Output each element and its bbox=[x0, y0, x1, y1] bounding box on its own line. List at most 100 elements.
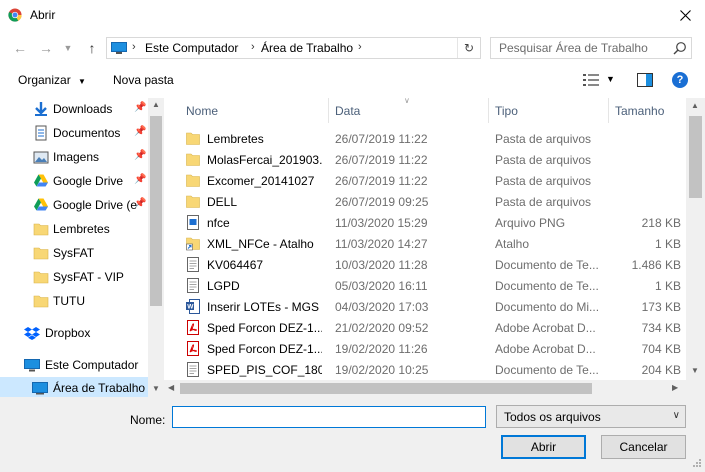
google-drive-icon bbox=[34, 198, 48, 211]
scrollbar-corner bbox=[686, 380, 705, 397]
nav-item-label: Google Drive (e bbox=[53, 198, 138, 212]
list-item[interactable]: Sped Forcon DEZ-1... 21/02/2020 09:52 Ad… bbox=[180, 317, 686, 338]
new-folder-button[interactable]: Nova pasta bbox=[113, 73, 174, 87]
column-header-type[interactable]: Tipo bbox=[489, 98, 609, 123]
download-icon bbox=[35, 102, 47, 116]
up-button[interactable]: ↑ bbox=[82, 38, 102, 58]
search-icon bbox=[673, 42, 686, 55]
file-list-vertical-scrollbar[interactable]: ▲ ▼ bbox=[686, 98, 705, 380]
nav-item-sysfat-vip[interactable]: SysFAT - VIP bbox=[0, 266, 148, 288]
google-drive-icon bbox=[34, 174, 48, 187]
scroll-down-icon[interactable]: ▼ bbox=[152, 384, 160, 393]
back-button[interactable]: ← bbox=[10, 38, 30, 58]
folder-icon bbox=[33, 295, 49, 308]
nav-item-sysfat[interactable]: SysFAT bbox=[0, 242, 148, 264]
window-title: Abrir bbox=[30, 8, 56, 22]
list-item[interactable]: W Inserir LOTEs - MGS 04/03/2020 17:03 D… bbox=[180, 296, 686, 317]
svg-text:W: W bbox=[187, 304, 194, 311]
file-name-input[interactable] bbox=[172, 406, 486, 428]
nav-item-label: TUTU bbox=[53, 294, 85, 308]
png-icon bbox=[187, 215, 199, 230]
nav-item-label: SysFAT bbox=[53, 246, 95, 260]
list-item[interactable]: Lembretes 26/07/2019 11:22 Pasta de arqu… bbox=[180, 128, 686, 149]
refresh-icon: ↻ bbox=[463, 41, 475, 55]
file-list-horizontal-scrollbar[interactable]: ◀ ▶ bbox=[164, 380, 686, 397]
cancel-button[interactable]: Cancelar bbox=[601, 435, 686, 459]
file-type-select[interactable]: Todos os arquivos ∨ bbox=[496, 405, 686, 428]
nav-item-google-drive[interactable]: Google Drive 📌 bbox=[0, 170, 148, 192]
recent-locations-button[interactable]: ▼ bbox=[58, 38, 78, 58]
view-dropdown-icon[interactable]: ▼ bbox=[606, 74, 615, 84]
nav-item-lembretes[interactable]: Lembretes bbox=[0, 218, 148, 240]
computer-icon bbox=[111, 42, 127, 54]
file-list: Lembretes 26/07/2019 11:22 Pasta de arqu… bbox=[164, 128, 686, 380]
nav-scrollbar[interactable]: ▲ ▼ bbox=[148, 98, 164, 397]
scrollbar-thumb[interactable] bbox=[689, 116, 702, 198]
address-bar[interactable]: › Este Computador › Área de Trabalho › ↻ bbox=[106, 37, 481, 59]
title-bar: Abrir bbox=[0, 0, 705, 31]
scroll-up-icon[interactable]: ▲ bbox=[691, 101, 699, 110]
text-file-icon bbox=[187, 362, 199, 377]
search-input[interactable] bbox=[493, 39, 680, 57]
file-name-label: Nome: bbox=[130, 413, 166, 427]
text-file-icon bbox=[187, 278, 199, 293]
folder-icon bbox=[186, 153, 200, 166]
list-item[interactable]: MolasFercai_201903... 26/07/2019 11:22 P… bbox=[180, 149, 686, 170]
nav-item-downloads[interactable]: Downloads 📌 bbox=[0, 98, 148, 120]
dropbox-icon bbox=[24, 327, 40, 340]
close-button[interactable] bbox=[665, 0, 705, 31]
list-item[interactable]: DELL 26/07/2019 09:25 Pasta de arquivos bbox=[180, 191, 686, 212]
organize-menu[interactable]: Organizar ▼ bbox=[18, 73, 86, 87]
view-options-icon[interactable] bbox=[583, 74, 599, 86]
refresh-button[interactable]: ↻ bbox=[457, 38, 480, 58]
list-item[interactable]: KV064467 10/03/2020 11:28 Documento de T… bbox=[180, 254, 686, 275]
scroll-down-icon[interactable]: ▼ bbox=[691, 366, 699, 375]
scrollbar-thumb[interactable] bbox=[180, 383, 592, 394]
nav-item-label: Área de Trabalho bbox=[53, 381, 146, 395]
breadcrumb-this-pc[interactable]: Este Computador bbox=[145, 41, 238, 55]
search-box[interactable] bbox=[490, 37, 692, 59]
list-item[interactable]: nfce 11/03/2020 15:29 Arquivo PNG 218 KB bbox=[180, 212, 686, 233]
breadcrumb-desktop[interactable]: Área de Trabalho bbox=[261, 41, 353, 55]
nav-item-label: SysFAT - VIP bbox=[53, 270, 124, 284]
preview-pane-icon[interactable] bbox=[637, 73, 653, 87]
nav-item-dropbox[interactable]: Dropbox bbox=[0, 322, 148, 344]
arrow-up-icon: ↑ bbox=[88, 40, 96, 56]
scrollbar-thumb[interactable] bbox=[150, 116, 162, 306]
list-item[interactable]: Sped Forcon DEZ-1... 19/02/2020 11:26 Ad… bbox=[180, 338, 686, 359]
chevron-down-icon: ∨ bbox=[672, 410, 680, 421]
computer-icon bbox=[24, 359, 40, 372]
list-item[interactable]: LGPD 05/03/2020 16:11 Documento de Te...… bbox=[180, 275, 686, 296]
column-header-size[interactable]: Tamanho bbox=[609, 98, 686, 123]
nav-item-tutu[interactable]: TUTU bbox=[0, 290, 148, 312]
list-item[interactable]: XML_NFCe - Atalho 11/03/2020 14:27 Atalh… bbox=[180, 233, 686, 254]
nav-item-pictures[interactable]: Imagens 📌 bbox=[0, 146, 148, 168]
nav-item-label: Lembretes bbox=[53, 222, 110, 236]
list-item[interactable]: Excomer_20141027 26/07/2019 11:22 Pasta … bbox=[180, 170, 686, 191]
nav-item-this-pc[interactable]: Este Computador bbox=[0, 354, 148, 376]
navigation-pane: Downloads 📌 Documentos 📌 Imagens 📌 Googl… bbox=[0, 98, 164, 397]
breadcrumb-separator: › bbox=[251, 41, 255, 53]
breadcrumb-separator: › bbox=[358, 41, 362, 53]
nav-item-google-drive-2[interactable]: Google Drive (e 📌 bbox=[0, 194, 148, 216]
nav-item-desktop[interactable]: Área de Trabalho bbox=[0, 377, 148, 397]
help-icon[interactable]: ? bbox=[672, 72, 688, 88]
scroll-up-icon[interactable]: ▲ bbox=[152, 100, 160, 109]
nav-item-label: Imagens bbox=[53, 150, 100, 164]
resize-grip-icon[interactable] bbox=[690, 458, 702, 470]
file-type-value: Todos os arquivos bbox=[504, 410, 601, 424]
list-item[interactable]: SPED_PIS_COF_1802... 19/02/2020 10:25 Do… bbox=[180, 359, 686, 380]
word-icon: W bbox=[186, 299, 200, 314]
scroll-right-icon[interactable]: ▶ bbox=[672, 383, 678, 392]
column-header-name[interactable]: Nome bbox=[180, 98, 329, 123]
chrome-icon bbox=[8, 8, 22, 22]
shortcut-icon bbox=[186, 237, 200, 251]
open-button[interactable]: Abrir bbox=[501, 435, 586, 459]
document-icon bbox=[35, 125, 47, 141]
scroll-left-icon[interactable]: ◀ bbox=[168, 383, 174, 392]
file-list-header: Nome Data Tipo Tamanho bbox=[164, 98, 686, 123]
open-file-dialog: Abrir ← → ▼ ↑ › Este Computador › Área d… bbox=[0, 0, 705, 472]
forward-button[interactable]: → bbox=[36, 38, 56, 58]
nav-item-documents[interactable]: Documentos 📌 bbox=[0, 122, 148, 144]
toolbar: Organizar ▼ Nova pasta bbox=[0, 64, 705, 98]
